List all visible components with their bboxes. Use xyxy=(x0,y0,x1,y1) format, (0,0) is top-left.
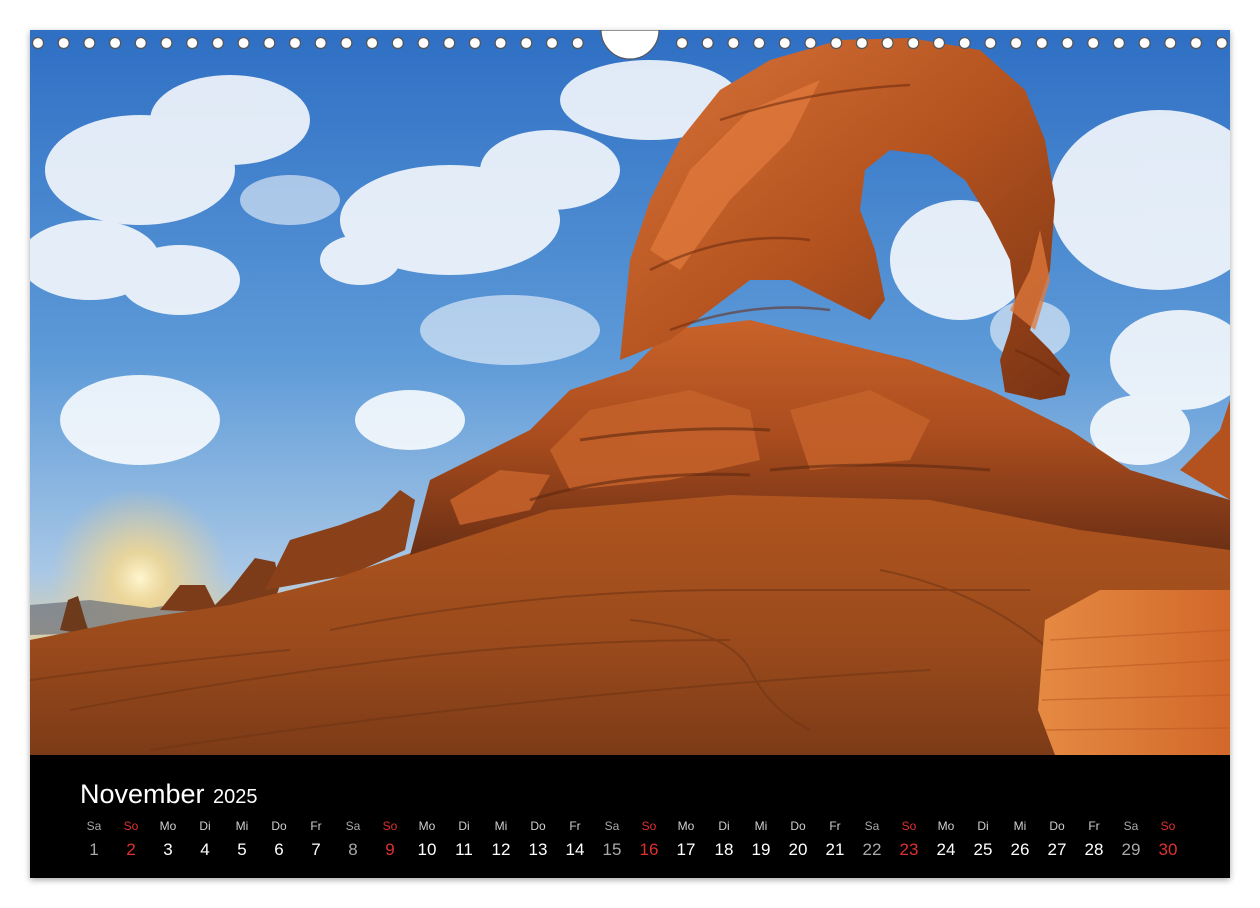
calendar-page xyxy=(30,30,1230,878)
day-number: 26 xyxy=(1010,840,1030,859)
calendar-grid: November 2025 Sa 1 So 2 Mo 3 Di 4 Mi 5 Do 6 Fr 7 Sa 8 So… xyxy=(30,755,1230,878)
day-number: 11 xyxy=(455,840,473,859)
day-number: 30 xyxy=(1158,840,1178,859)
day-number: 22 xyxy=(862,840,882,859)
day-number: 9 xyxy=(385,840,395,859)
weekday-label: Fr xyxy=(310,819,322,833)
day-number: 12 xyxy=(491,840,511,859)
day-number: 20 xyxy=(788,840,808,859)
weekday-label: Mi xyxy=(235,819,249,833)
weekday-label: Mi xyxy=(754,819,768,833)
arch-landscape-image xyxy=(30,30,1230,755)
day-number: 24 xyxy=(936,840,956,859)
day-number: 23 xyxy=(899,840,919,859)
day-number: 1 xyxy=(89,840,99,859)
weekday-label: So xyxy=(641,819,657,833)
weekday-label: Di xyxy=(977,819,989,833)
weekday-label: So xyxy=(901,819,917,833)
day-number: 2 xyxy=(126,840,136,859)
day-number: 17 xyxy=(676,840,696,859)
weekday-label: So xyxy=(1160,819,1176,833)
day-number: 6 xyxy=(274,840,284,859)
day-number: 4 xyxy=(200,840,210,859)
day-number: 19 xyxy=(751,840,771,859)
weekday-label: Mi xyxy=(1013,819,1027,833)
day-number: 7 xyxy=(311,840,321,859)
weekday-label: Sa xyxy=(86,819,102,833)
day-number: 10 xyxy=(417,840,437,859)
weekday-label: Mo xyxy=(677,819,695,833)
weekday-label: Sa xyxy=(864,819,880,833)
day-number: 3 xyxy=(163,840,173,859)
day-number: 29 xyxy=(1121,840,1141,859)
weekday-label: Fr xyxy=(569,819,581,833)
landscape-photo xyxy=(30,30,1230,755)
weekday-label: Sa xyxy=(1123,819,1139,833)
weekday-label: Di xyxy=(718,819,730,833)
weekday-label: Do xyxy=(790,819,806,833)
weekday-label: Do xyxy=(271,819,287,833)
day-number: 8 xyxy=(348,840,358,859)
weekday-label: Mo xyxy=(159,819,177,833)
weekday-label: Do xyxy=(530,819,546,833)
weekday-label: Sa xyxy=(345,819,361,833)
day-number: 15 xyxy=(602,840,622,859)
day-number: 21 xyxy=(825,840,845,859)
weekday-label: So xyxy=(382,819,398,833)
day-number: 28 xyxy=(1084,840,1104,859)
day-number: 14 xyxy=(565,840,585,859)
day-number: 13 xyxy=(528,840,548,859)
weekday-label: Mo xyxy=(937,819,955,833)
weekday-label: Sa xyxy=(604,819,620,833)
weekday-label: Di xyxy=(458,819,470,833)
day-number: 25 xyxy=(973,840,993,859)
weekday-label: Mi xyxy=(494,819,508,833)
month-year: 2025 xyxy=(213,786,258,808)
day-number: 16 xyxy=(639,840,659,859)
weekday-label: Fr xyxy=(829,819,841,833)
weekday-label: Fr xyxy=(1088,819,1100,833)
day-number: 5 xyxy=(237,840,247,859)
weekday-label: Mo xyxy=(418,819,436,833)
weekday-label: Di xyxy=(199,819,211,833)
month-name: November xyxy=(80,779,205,809)
day-number: 18 xyxy=(714,840,734,859)
day-number: 27 xyxy=(1047,840,1067,859)
month-title: November 2025 xyxy=(80,779,258,810)
weekday-label: Do xyxy=(1049,819,1065,833)
weekday-label: So xyxy=(123,819,139,833)
